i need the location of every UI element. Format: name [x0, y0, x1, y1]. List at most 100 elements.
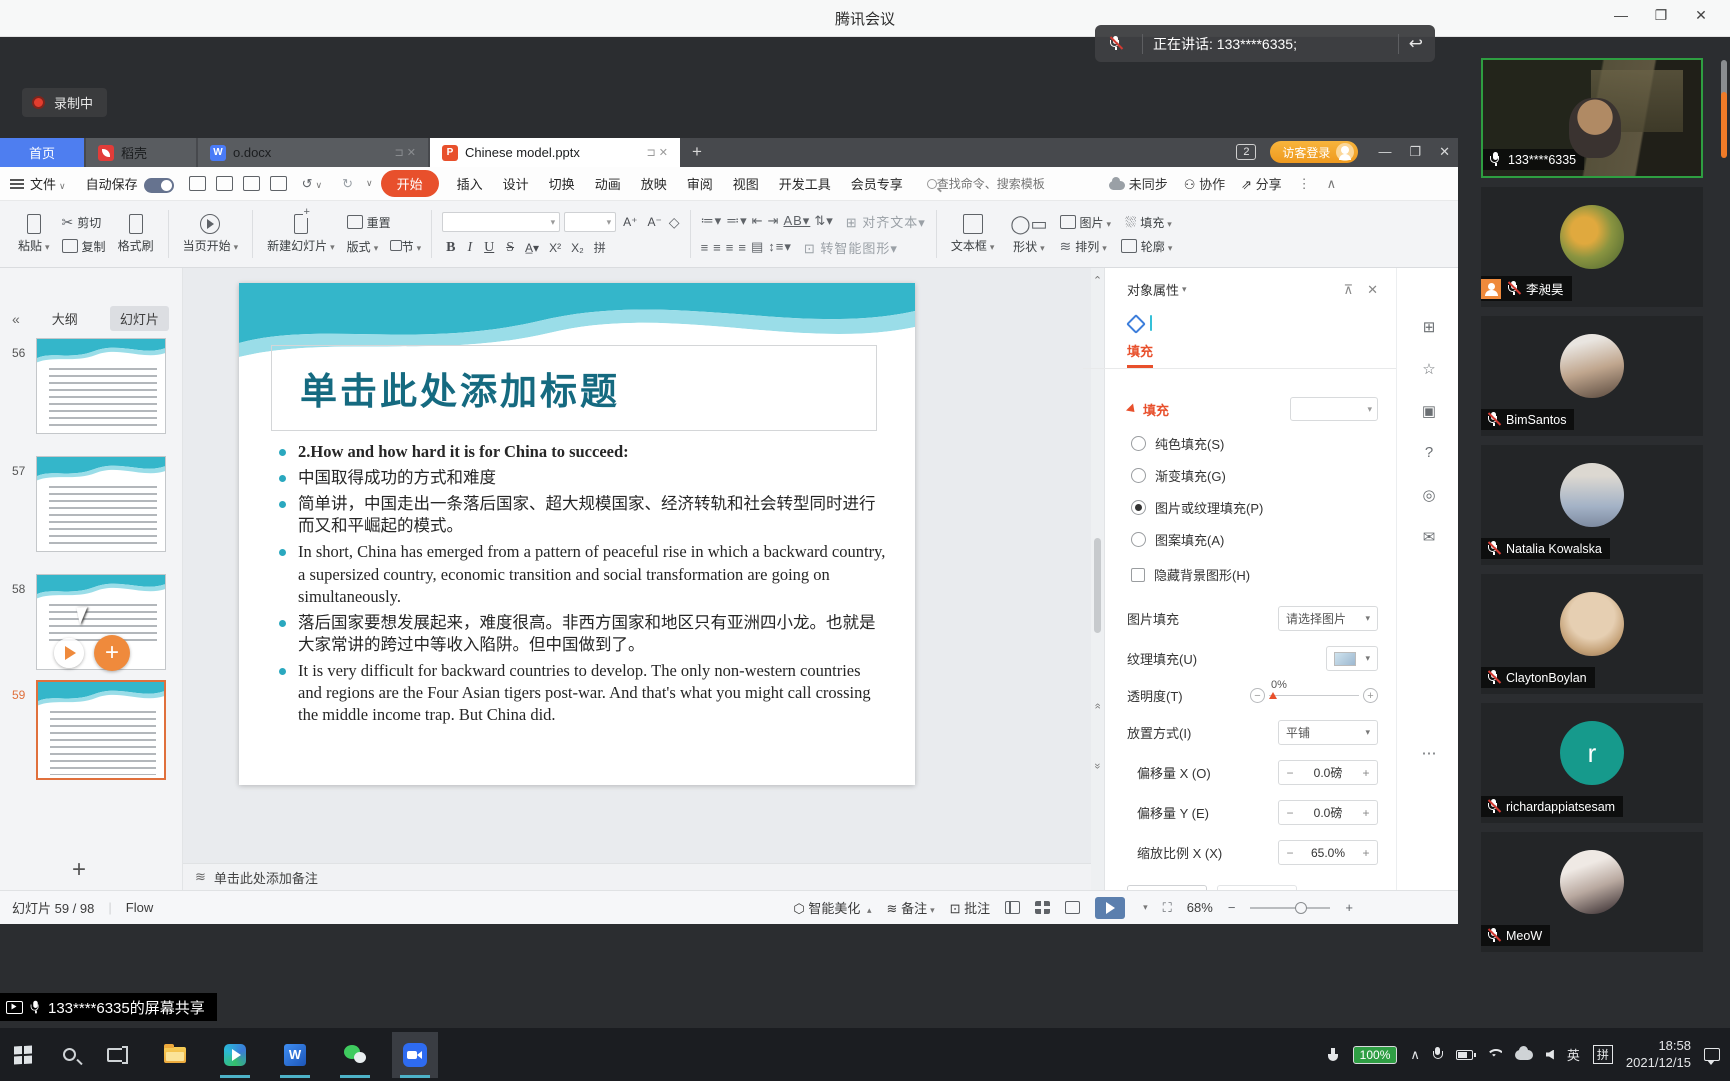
align-right-icon[interactable]: ≡ — [726, 240, 735, 255]
tab-outline[interactable]: 大纲 — [42, 306, 88, 331]
text-direction-icon[interactable]: AB▾ — [783, 213, 810, 229]
mail-icon[interactable]: ✉ — [1419, 528, 1439, 548]
section-expand-icon[interactable] — [1126, 403, 1138, 415]
slide-thumbnail-59[interactable] — [36, 680, 166, 780]
zoom-level[interactable]: 68% — [1187, 900, 1213, 915]
notification-center-icon[interactable] — [1704, 1048, 1720, 1061]
option-picture-fill[interactable]: 图片或纹理填充(P) — [1127, 498, 1378, 517]
italic-button[interactable]: I — [467, 240, 472, 256]
zoom-out-icon[interactable]: − — [1228, 900, 1236, 915]
strikethrough-button[interactable]: S — [506, 240, 514, 256]
number-list-icon[interactable]: ≕▾ — [726, 213, 748, 229]
cut-button[interactable]: ✂剪切 — [62, 214, 106, 231]
participant-tile[interactable]: ClaytonBoylan — [1481, 574, 1703, 694]
menu-file[interactable]: 文件∨ — [0, 174, 76, 193]
participant-tile[interactable]: MeoW — [1481, 832, 1703, 952]
slide-body-text[interactable]: 2.How and how hard it is for China to su… — [277, 441, 887, 730]
taskbar-search-button[interactable] — [46, 1032, 92, 1078]
save-icon[interactable] — [189, 176, 206, 191]
tray-expand-icon[interactable]: ∧ — [1410, 1047, 1420, 1063]
word-button[interactable]: W — [272, 1032, 318, 1078]
slideshow-play-button[interactable] — [1095, 897, 1125, 919]
slide-thumbnail-56[interactable] — [36, 338, 166, 434]
outdent-icon[interactable]: ⇤ — [752, 213, 764, 229]
participant-tile[interactable]: r richardappiatsesam — [1481, 703, 1703, 823]
reading-view-icon[interactable] — [1065, 901, 1080, 914]
wps-close-icon[interactable]: ✕ — [1439, 144, 1450, 160]
increase-icon[interactable]: + — [1363, 688, 1378, 703]
line-spacing-icon[interactable]: ↕≡▾ — [768, 239, 792, 255]
menu-member[interactable]: 会员专享 — [841, 174, 913, 193]
play-from-current-button[interactable]: 当页开始▾ — [179, 212, 243, 256]
speaker-icon[interactable] — [1546, 1050, 1554, 1060]
fill-tab[interactable]: 填充 — [1127, 341, 1153, 368]
share-tool-icon[interactable]: ⊞ — [1419, 318, 1439, 338]
language-indicator[interactable]: 英 — [1567, 1045, 1580, 1064]
slide-title-placeholder[interactable]: 单击此处添加标题 — [271, 345, 877, 431]
underline-button[interactable]: U — [484, 240, 494, 256]
next-slide-icon[interactable]: « — [1092, 760, 1104, 773]
font-name-select[interactable]: ▾ — [442, 212, 560, 232]
collaborate-button[interactable]: ⚇ 协作 — [1184, 174, 1225, 193]
menu-slideshow[interactable]: 放映 — [631, 174, 677, 193]
search-input[interactable] — [937, 173, 1105, 195]
battery-percent-badge[interactable]: 100% — [1353, 1046, 1398, 1064]
tray-mic-icon[interactable] — [1433, 1047, 1443, 1062]
menu-insert[interactable]: 插入 — [447, 174, 493, 193]
onedrive-icon[interactable] — [1515, 1050, 1533, 1060]
menu-devtools[interactable]: 开发工具 — [769, 174, 841, 193]
ime-indicator[interactable]: 拼 — [1593, 1045, 1613, 1064]
tab-slides[interactable]: 幻灯片 — [110, 306, 169, 331]
autosave-toggle[interactable]: 自动保存 — [76, 174, 184, 193]
picture-button[interactable]: 图片▾ — [1080, 214, 1112, 231]
comment-button[interactable]: ⊡ 批注 — [950, 898, 991, 917]
tab-docx[interactable]: Wo.docx⊐ ✕ — [198, 138, 428, 167]
decrease-font-icon[interactable]: A⁻ — [647, 215, 661, 229]
slide-thumbnail-57[interactable] — [36, 456, 166, 552]
tencent-meeting-button[interactable] — [392, 1032, 438, 1078]
zoom-slider[interactable] — [1250, 907, 1330, 909]
participant-scrollbar-thumb[interactable] — [1721, 92, 1727, 158]
participant-tile-active-speaker[interactable]: 133****6335 — [1481, 58, 1703, 178]
pinyin-button[interactable]: 拼 — [594, 239, 606, 256]
hide-background-checkbox[interactable]: 隐藏背景图形(H) — [1127, 565, 1378, 584]
offset-x-stepper[interactable]: −0.0磅+ — [1278, 760, 1378, 785]
collapse-ribbon-icon[interactable]: ∧ — [1327, 176, 1337, 192]
panel-close-icon[interactable]: ✕ — [1367, 282, 1378, 298]
bullet-list-icon[interactable]: ≔▾ — [701, 213, 723, 229]
scale-x-stepper[interactable]: −65.0%+ — [1278, 840, 1378, 865]
menu-view[interactable]: 视图 — [723, 174, 769, 193]
new-slide-button[interactable]: 新建幻灯片▾ — [263, 212, 339, 256]
increase-font-icon[interactable]: A⁺ — [623, 215, 637, 229]
new-tab-button[interactable]: + — [692, 142, 702, 162]
command-search[interactable] — [927, 173, 1105, 195]
bold-button[interactable]: B — [446, 240, 455, 256]
menu-start[interactable]: 开始 — [381, 170, 439, 197]
print-icon[interactable] — [243, 176, 260, 191]
thumbnail-add-button[interactable]: + — [94, 635, 130, 671]
task-view-button[interactable] — [92, 1032, 138, 1078]
start-button[interactable] — [0, 1032, 46, 1078]
fill-preset-select[interactable]: ▾ — [1290, 397, 1378, 421]
more-tools-icon[interactable]: ⋯ — [1419, 744, 1439, 764]
tab-docer[interactable]: 稻壳 — [86, 138, 196, 167]
notes-button[interactable]: ≋ 备注▾ — [887, 898, 935, 917]
zoom-in-icon[interactable]: + — [1345, 900, 1353, 915]
sort-icon[interactable]: ⇅▾ — [814, 213, 833, 229]
panels-icon[interactable]: ▣ — [1419, 402, 1439, 422]
clear-format-icon[interactable]: ◇ — [669, 214, 680, 231]
texture-fill-select[interactable]: ▾ — [1326, 646, 1378, 671]
panel-collapse-icon[interactable]: ⌃ — [1091, 274, 1104, 287]
decrease-icon[interactable]: − — [1250, 688, 1265, 703]
notes-bar[interactable]: ≋ 单击此处添加备注 — [183, 863, 1091, 890]
help-icon[interactable]: ? — [1419, 444, 1439, 464]
menu-animation[interactable]: 动画 — [585, 174, 631, 193]
menu-transition[interactable]: 切换 — [539, 174, 585, 193]
more-menu-icon[interactable]: ⋮ — [1298, 176, 1311, 192]
arrange-button[interactable]: 排列▾ — [1075, 238, 1107, 255]
mode-flow[interactable]: Flow — [126, 900, 153, 915]
sync-status[interactable]: 未同步 — [1109, 174, 1168, 193]
fit-window-icon[interactable]: ⛶ — [1163, 900, 1172, 916]
battery-icon[interactable] — [1456, 1050, 1473, 1060]
reset-button[interactable]: 重置 — [347, 214, 421, 231]
